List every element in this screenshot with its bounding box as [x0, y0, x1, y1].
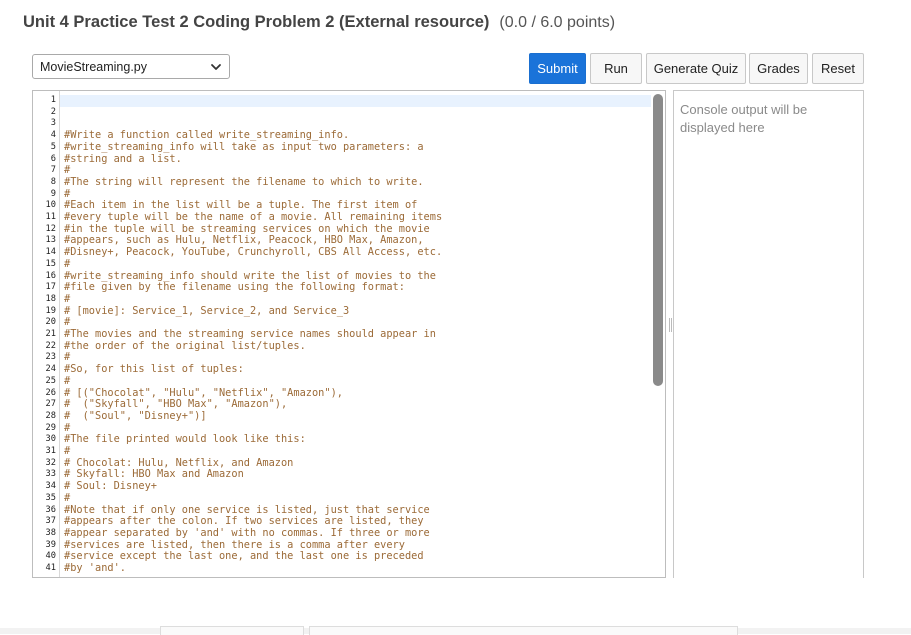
- code-line: #: [64, 257, 71, 270]
- line-number: 12: [45, 223, 56, 234]
- line-number: 19: [45, 305, 56, 316]
- line-number: 6: [50, 153, 56, 164]
- code-line: #the order of the original list/tuples.: [64, 339, 306, 352]
- line-number: 35: [45, 492, 56, 503]
- code-line: #: [64, 491, 71, 504]
- line-number: 29: [45, 422, 56, 433]
- line-number: 16: [45, 270, 56, 281]
- line-number: 5: [50, 141, 56, 152]
- code-line: #The string will represent the filename …: [64, 175, 424, 188]
- line-number: 27: [45, 399, 56, 410]
- line-number: 20: [45, 317, 56, 328]
- line-number: 31: [45, 446, 56, 456]
- code-line: #: [64, 374, 71, 387]
- code-editor[interactable]: 1 2 3 4 5 6 7 8 9 10 11 12 13 14 15 16 17 18 19 20 21 22 23 24 2…: [32, 90, 666, 578]
- line-number: 1: [50, 95, 56, 105]
- reset-button[interactable]: Reset: [812, 53, 864, 84]
- active-line-highlight: [60, 95, 651, 107]
- line-number: 37: [45, 516, 56, 527]
- line-number: 14: [45, 247, 56, 258]
- line-number: 23: [45, 352, 56, 363]
- line-number: 21: [45, 329, 56, 339]
- page-title: Unit 4 Practice Test 2 Coding Problem 2 …: [23, 13, 490, 31]
- line-number: 2: [50, 106, 56, 117]
- code-line: #The movies and the streaming service na…: [64, 328, 436, 340]
- code-line: #write_streaming_info will take as input…: [64, 140, 424, 153]
- editor-scrollbar[interactable]: [653, 94, 663, 386]
- page-footer: [0, 626, 911, 635]
- line-number: 15: [45, 258, 56, 269]
- line-number: 36: [45, 504, 56, 515]
- points-label: (0.0 / 6.0 points): [499, 14, 616, 31]
- code-line: #: [64, 292, 71, 305]
- line-number: 10: [45, 200, 56, 211]
- line-number: 25: [45, 375, 56, 386]
- line-number: 32: [45, 457, 56, 468]
- chevron-down-icon: [211, 64, 221, 70]
- code-line: #So, for this list of tuples:: [64, 363, 244, 376]
- line-number: 8: [50, 176, 56, 187]
- line-number: 34: [45, 481, 56, 492]
- code-area[interactable]: #Write a function called write_streaming…: [60, 91, 651, 577]
- code-line: #by 'and'.: [64, 562, 126, 574]
- line-number: 11: [45, 212, 56, 222]
- generate-quiz-button[interactable]: Generate Quiz: [646, 53, 746, 84]
- line-number: 38: [45, 527, 56, 538]
- line-number: 4: [50, 130, 56, 141]
- file-select[interactable]: MovieStreaming.py: [32, 54, 230, 79]
- line-number: 24: [45, 364, 56, 375]
- line-number: 7: [50, 165, 56, 176]
- line-number: 28: [45, 410, 56, 421]
- line-number: 3: [50, 118, 56, 129]
- line-number: 17: [45, 282, 56, 293]
- line-number: 13: [45, 235, 56, 246]
- line-number: 26: [45, 387, 56, 398]
- code-line: #: [64, 445, 71, 457]
- code-line: #every tuple will be the name of a movie…: [64, 211, 443, 223]
- code-line: # Soul: Disney+: [64, 480, 157, 493]
- submit-button[interactable]: Submit: [529, 53, 586, 84]
- file-select-value: MovieStreaming.py: [40, 59, 147, 74]
- line-number: 18: [45, 293, 56, 304]
- line-number: 39: [45, 539, 56, 550]
- line-number: 22: [45, 340, 56, 351]
- console-panel: Console output will be displayed here: [673, 90, 864, 578]
- code-line: # ("Soul", "Disney+")]: [64, 409, 207, 422]
- line-number-gutter: 1 2 3 4 5 6 7 8 9 10 11 12 13 14 15 16 17 18 19 20 21 22 23 24 2…: [33, 91, 60, 577]
- code-line: #appear separated by 'and' with no comma…: [64, 526, 430, 539]
- code-line: #Disney+, Peacock, YouTube, Crunchyroll,…: [64, 246, 443, 259]
- line-number: 9: [50, 188, 56, 199]
- line-number: 33: [45, 469, 56, 480]
- pane-resize-handle[interactable]: [669, 318, 672, 332]
- line-number: 41: [45, 563, 56, 573]
- code-line: #The file printed would look like this:: [64, 433, 306, 446]
- line-number: 30: [45, 434, 56, 445]
- line-number: 40: [45, 551, 56, 562]
- code-line: #file given by the filename using the fo…: [64, 281, 405, 294]
- console-placeholder: Console output will be displayed here: [680, 102, 808, 135]
- grades-button[interactable]: Grades: [749, 53, 808, 84]
- code-line: #string and a list.: [64, 152, 182, 165]
- run-button[interactable]: Run: [590, 53, 642, 84]
- code-line: # [movie]: Service_1, Service_2, and Ser…: [64, 304, 350, 317]
- page-title-bar: Unit 4 Practice Test 2 Coding Problem 2 …: [23, 13, 615, 35]
